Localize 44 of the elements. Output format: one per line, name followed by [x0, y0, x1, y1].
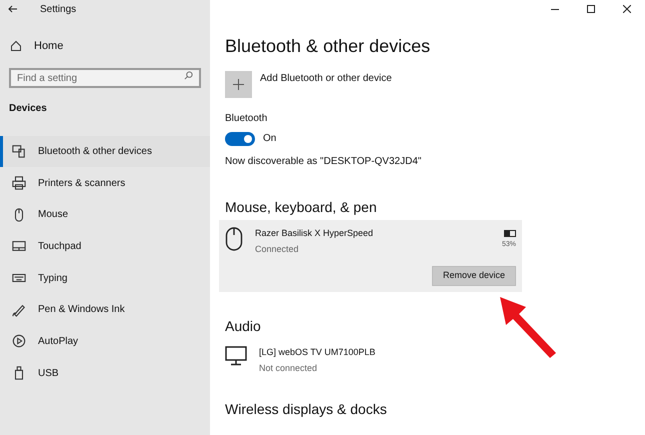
home-icon	[10, 40, 22, 52]
section-title: Wireless displays & docks	[225, 400, 388, 419]
devices-icon	[12, 144, 26, 158]
section-title: Audio	[225, 317, 262, 336]
usb-icon	[12, 366, 26, 380]
section-title: Mouse, keyboard, & pen	[225, 198, 378, 217]
bluetooth-label: Bluetooth	[225, 112, 268, 126]
search-icon	[184, 70, 193, 80]
sidebar-item[interactable]: Printers & scanners	[0, 167, 210, 199]
mouse-icon	[225, 227, 243, 251]
device-name: [LG] webOS TV UM7100PLB	[259, 346, 376, 359]
page-title: Bluetooth & other devices	[225, 35, 432, 58]
bluetooth-toggle[interactable]	[225, 132, 255, 146]
sidebar-item[interactable]: Pen & Windows Ink	[0, 294, 210, 326]
back-arrow-icon[interactable]	[8, 5, 18, 13]
remove-device-button[interactable]: Remove device	[432, 266, 516, 286]
device-name: Razer Basilisk X HyperSpeed	[255, 227, 374, 240]
sidebar-item[interactable]: USB	[0, 357, 210, 389]
search-field[interactable]: Find a setting	[9, 68, 201, 88]
sidebar-item[interactable]: Typing	[0, 262, 210, 294]
home-link[interactable]: Home	[34, 38, 64, 54]
play-icon	[12, 334, 26, 348]
window-title: Settings	[40, 2, 76, 16]
device-status: Not connected	[259, 362, 318, 374]
device-status: Connected	[255, 242, 300, 256]
close-button[interactable]	[623, 5, 631, 13]
sidebar-item[interactable]: Mouse	[0, 198, 210, 231]
discoverable-text: Now discoverable as "DESKTOP-QV32JD4"	[225, 155, 422, 169]
sidebar-item[interactable]: Bluetooth & other devices	[0, 136, 210, 168]
pen-icon	[12, 302, 26, 317]
sidebar-item[interactable]: Touchpad	[0, 230, 210, 262]
monitor-icon	[225, 346, 247, 366]
add-device-button[interactable]	[225, 71, 252, 98]
section-heading: Devices	[8, 102, 48, 116]
sidebar-item[interactable]: AutoPlay	[0, 326, 210, 358]
printer-icon	[12, 176, 26, 190]
add-device-label[interactable]: Add Bluetooth or other device	[260, 71, 392, 98]
toggle-state: On	[263, 132, 276, 146]
plus-icon	[233, 79, 244, 90]
minimize-button[interactable]	[551, 8, 559, 10]
pointer-arrow	[498, 295, 558, 360]
mouse-icon	[12, 208, 26, 222]
maximize-button[interactable]	[587, 5, 595, 13]
touchpad-icon	[12, 239, 26, 254]
